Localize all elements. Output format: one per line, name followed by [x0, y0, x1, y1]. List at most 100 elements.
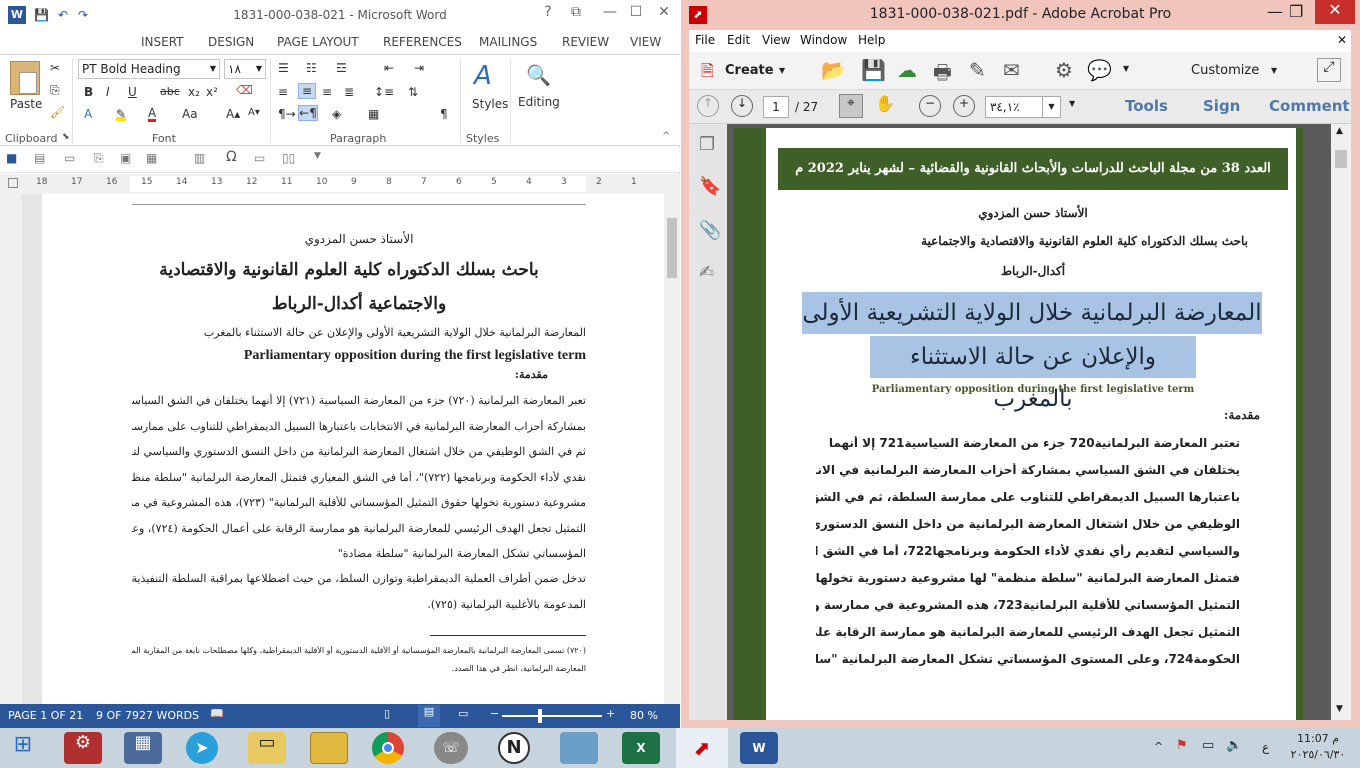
battery-icon[interactable]: ▭	[1202, 738, 1214, 753]
signatures-icon[interactable]: ✍	[699, 262, 714, 283]
menu-help[interactable]: Help	[858, 33, 885, 47]
chevron-down-icon[interactable]: ▼	[1271, 66, 1277, 75]
collapse-ribbon-icon[interactable]: ^	[662, 131, 670, 142]
open-folder-icon[interactable]: 📂	[821, 58, 846, 82]
chevron-down-icon[interactable]: ▼	[1069, 99, 1075, 108]
bullets-icon[interactable]: ☰	[278, 61, 289, 75]
highlight-icon[interactable]: ✎	[116, 107, 127, 121]
customize-button[interactable]: Customize	[1191, 63, 1259, 78]
clear-formatting-icon[interactable]: ⌫	[236, 83, 253, 97]
help-icon[interactable]: ?	[536, 4, 560, 20]
attachments-icon[interactable]: 📎	[699, 220, 721, 241]
align-center-icon[interactable]: ≡	[298, 83, 316, 99]
print-layout-icon[interactable]: ▤	[418, 705, 440, 727]
align-left-icon[interactable]: ≡	[278, 85, 288, 99]
menu-view[interactable]: View	[762, 33, 790, 47]
chrome-icon[interactable]	[372, 732, 404, 764]
styles-icon[interactable]: A	[474, 61, 492, 91]
excel-icon[interactable]: X	[622, 732, 660, 764]
create-icon[interactable]: 🗎	[701, 60, 714, 87]
minimize-button[interactable]: —	[598, 4, 622, 20]
editing-button[interactable]: Editing	[518, 95, 560, 109]
save-icon[interactable]: ■	[6, 151, 17, 165]
ribbon-options-icon[interactable]: ⧉	[564, 4, 588, 20]
edit-icon[interactable]: ✎	[969, 58, 986, 82]
page-indicator[interactable]: PAGE 1 OF 21	[8, 709, 83, 722]
sign-panel-link[interactable]: Sign	[1203, 97, 1240, 115]
explorer-icon[interactable]	[310, 732, 348, 764]
comment-bubble-icon[interactable]: 💬	[1087, 58, 1112, 82]
close-document-icon[interactable]: ✕	[1337, 33, 1347, 47]
volume-icon[interactable]: 🔈	[1226, 738, 1242, 753]
menu-window[interactable]: Window	[800, 33, 847, 47]
copy-icon[interactable]: ⎘	[50, 83, 60, 98]
clock-time[interactable]: 11:07 م	[1290, 732, 1346, 745]
chevron-down-icon[interactable]: ▼	[1042, 97, 1060, 117]
show-marks-icon[interactable]: ¶	[440, 107, 448, 121]
word-page[interactable]: الأستاذ حسن المزدوي باحث بسلك الدكتوراه …	[42, 194, 664, 704]
hand-tool-icon[interactable]: ✋	[875, 94, 895, 113]
next-page-icon[interactable]: ↓	[731, 95, 753, 117]
minimize-button[interactable]: —	[1267, 2, 1283, 21]
tab-file[interactable]: FILE	[0, 30, 58, 54]
columns-icon[interactable]: ▯▯	[282, 151, 295, 165]
ltr-icon[interactable]: ¶→	[278, 107, 296, 121]
table-icon[interactable]: ▤	[34, 151, 45, 165]
zoom-slider-thumb[interactable]	[538, 709, 542, 723]
telegram-icon[interactable]: ➤	[186, 732, 218, 764]
vertical-ruler[interactable]	[0, 194, 22, 704]
calculator-icon[interactable]: ▦	[124, 732, 162, 764]
close-button[interactable]: ✕	[652, 4, 676, 20]
shading-icon[interactable]: ◈	[332, 107, 341, 121]
email-icon[interactable]: ✉	[1003, 58, 1020, 82]
restore-button[interactable]: ❐	[1289, 2, 1303, 21]
zoom-in-icon[interactable]: +	[953, 95, 975, 117]
word-document-area[interactable]: الأستاذ حسن المزدوي باحث بسلك الدكتوراه …	[22, 194, 680, 704]
page-number-input[interactable]: 1	[763, 96, 789, 118]
word-vertical-scrollbar[interactable]	[664, 194, 680, 704]
clipboard-launcher-icon[interactable]: ⬊	[62, 132, 70, 142]
print-icon[interactable]: ▣	[120, 151, 131, 165]
chevron-down-icon[interactable]: ▼	[779, 66, 785, 75]
folder-icon[interactable]: ▭	[248, 732, 286, 764]
grid-icon[interactable]: ▦	[146, 151, 157, 165]
line-spacing-icon[interactable]: ↕≡	[374, 85, 394, 99]
input-language[interactable]: ع	[1262, 740, 1269, 754]
acrobat-vertical-scrollbar[interactable]: ▲ ▼	[1331, 124, 1351, 720]
multilevel-list-icon[interactable]: ☲	[336, 61, 347, 75]
justify-icon[interactable]: ≣	[344, 85, 354, 99]
read-mode-icon[interactable]: ▯	[384, 707, 390, 720]
comment-panel-link[interactable]: Comment	[1269, 97, 1350, 115]
word-icon[interactable]: W	[740, 732, 778, 764]
increase-indent-icon[interactable]: ⇥	[414, 61, 424, 75]
tab-references[interactable]: REFERENCES	[383, 35, 462, 49]
zoom-out-icon[interactable]: −	[919, 95, 941, 117]
tab-selector-icon[interactable]	[8, 178, 18, 188]
chevron-down-icon[interactable]: ▼	[1123, 64, 1129, 73]
notion-icon[interactable]: N	[498, 732, 530, 764]
whatsapp-icon[interactable]: ☏	[434, 732, 468, 764]
font-name-combo[interactable]: PT Bold Heading ▼	[78, 59, 220, 79]
paste-button[interactable]: Paste	[10, 97, 42, 111]
strikethrough-button[interactable]: abc	[160, 85, 180, 98]
print-icon[interactable]: 🖶	[933, 58, 952, 92]
borders-icon[interactable]: ▦	[368, 107, 379, 121]
align-right-icon[interactable]: ≡	[322, 85, 332, 99]
cut-icon[interactable]: ✂	[50, 61, 60, 75]
scroll-up-icon[interactable]: ▲	[1336, 126, 1343, 136]
proofing-icon[interactable]: 📖	[210, 707, 224, 720]
acrobat-icon[interactable]: ⬈	[676, 728, 728, 768]
zoom-slider[interactable]	[502, 715, 602, 717]
shrink-font-icon[interactable]: A▾	[248, 107, 260, 118]
tab-insert[interactable]: INSERT	[141, 35, 184, 49]
tab-design[interactable]: DESIGN	[208, 35, 254, 49]
save-icon[interactable]: 💾	[861, 58, 886, 82]
text-effects-button[interactable]: A	[84, 107, 92, 121]
tab-page-layout[interactable]: PAGE LAYOUT	[277, 35, 359, 49]
italic-button[interactable]: I	[106, 85, 110, 99]
numbering-icon[interactable]: ☷	[306, 61, 317, 75]
tray-chevron-icon[interactable]: ^	[1154, 740, 1163, 753]
font-color-button[interactable]: A	[148, 107, 157, 122]
subscript-button[interactable]: x₂	[188, 85, 200, 99]
scroll-down-icon[interactable]: ▼	[1336, 704, 1343, 714]
